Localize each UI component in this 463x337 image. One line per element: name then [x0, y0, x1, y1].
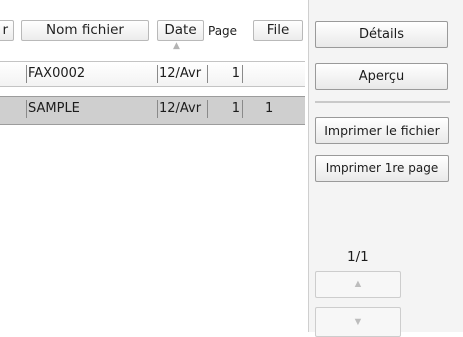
triangle-down-icon: ▼ — [352, 316, 364, 328]
file-number-cell: 1 — [265, 101, 274, 116]
sort-ascending-icon: ▲ — [173, 41, 180, 51]
column-separator — [207, 65, 208, 83]
triangle-up-icon: ▲ — [352, 278, 364, 290]
file-row-sample-selected[interactable]: SAMPLE 12/Avr 1 1 — [0, 96, 305, 125]
preview-button[interactable]: Aperçu — [315, 63, 448, 90]
column-separator — [157, 65, 158, 83]
file-date-cell: 12/Avr — [159, 66, 202, 81]
file-pages-cell: 1 — [231, 101, 240, 116]
action-separator — [315, 101, 450, 103]
print-file-button[interactable]: Imprimer le fichier — [315, 117, 449, 144]
details-button[interactable]: Détails — [315, 21, 448, 48]
column-header-user[interactable]: r — [0, 20, 14, 41]
column-header-date[interactable]: Date — [157, 20, 204, 41]
print-first-page-button[interactable]: Imprimer 1re page — [315, 155, 449, 182]
column-header-file-name[interactable]: Nom fichier — [21, 20, 149, 41]
column-separator — [26, 100, 27, 118]
page-indicator: 1/1 — [347, 249, 369, 265]
file-date-cell: 12/Avr — [159, 101, 202, 116]
scroll-down-button[interactable]: ▼ — [315, 307, 401, 337]
file-pages-cell: 1 — [231, 66, 240, 81]
column-separator — [242, 65, 243, 83]
column-separator — [242, 100, 243, 118]
file-name-cell: SAMPLE — [28, 101, 80, 116]
file-name-cell: FAX0002 — [28, 66, 86, 81]
column-header-file[interactable]: File — [253, 20, 303, 41]
column-separator — [207, 100, 208, 118]
file-list-panel: r Nom fichier Date Page File ▲ FAX0002 1… — [0, 0, 307, 332]
column-separator — [157, 100, 158, 118]
action-panel: Détails Aperçu Imprimer le fichier Impri… — [309, 0, 463, 337]
scroll-up-button[interactable]: ▲ — [315, 271, 401, 298]
column-header-pages: Page — [208, 24, 238, 38]
file-row-fax0002[interactable]: FAX0002 12/Avr 1 — [0, 61, 305, 87]
column-separator — [26, 65, 27, 83]
